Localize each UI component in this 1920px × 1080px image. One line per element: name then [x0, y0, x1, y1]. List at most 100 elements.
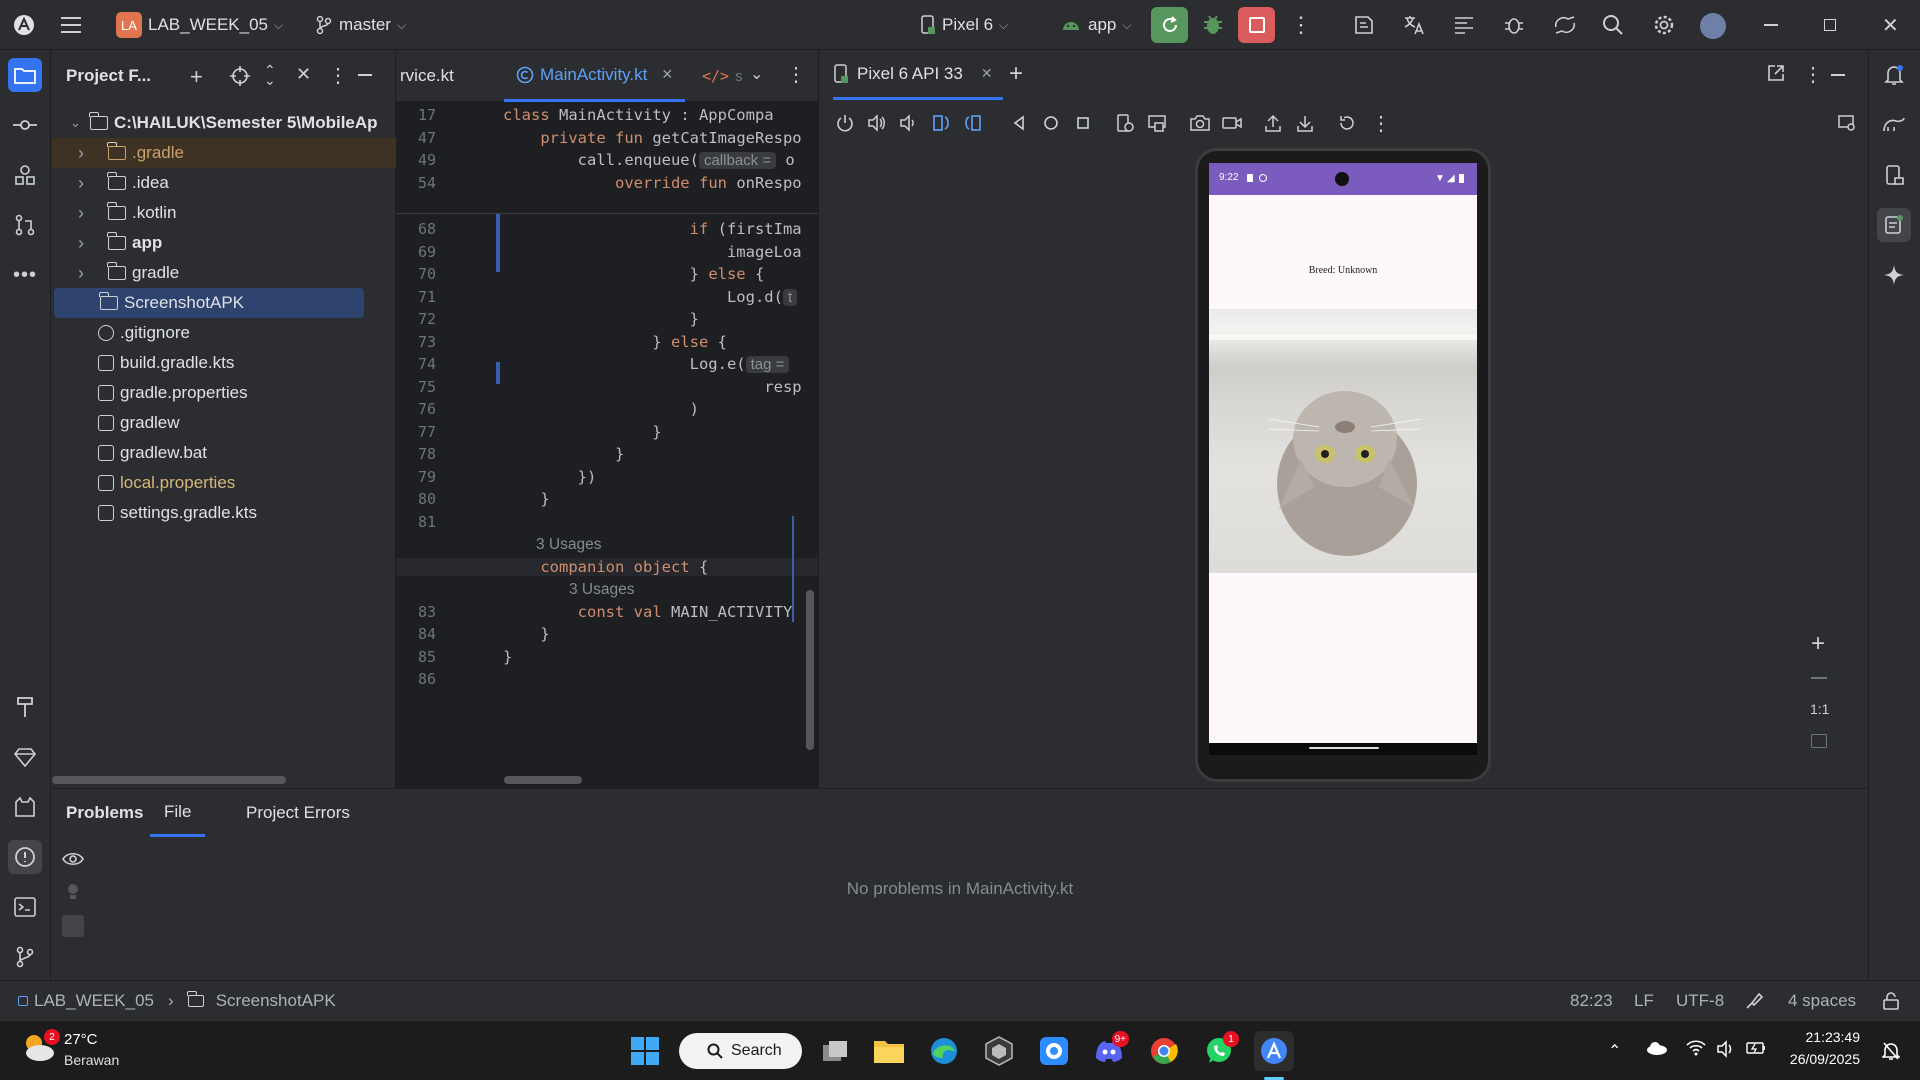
back-icon[interactable] — [1009, 113, 1029, 138]
code-line[interactable]: const val MAIN_ACTIVITY — [503, 603, 793, 621]
code-line[interactable]: if (firstIma — [503, 220, 802, 238]
rotate-right-icon[interactable] — [963, 113, 983, 138]
collapse-all-icon[interactable]: ✕ — [296, 64, 311, 85]
chevron-right-icon[interactable]: › — [78, 173, 98, 194]
device-selector[interactable]: Pixel 6 ⌵ — [920, 0, 1008, 50]
breadcrumb-folder[interactable]: ScreenshotAPK — [216, 991, 336, 1011]
clock-time[interactable]: 21:23:49 — [1760, 1029, 1861, 1045]
hide-panel-icon[interactable] — [1831, 74, 1845, 76]
device-manager-icon[interactable] — [1877, 158, 1911, 192]
tree-item[interactable]: .gitignore — [52, 318, 396, 348]
taskbar-search-box[interactable]: Search — [679, 1033, 802, 1069]
sync-gradle-icon[interactable] — [1552, 0, 1578, 50]
tree-item[interactable]: › .gradle — [52, 138, 396, 168]
tree-item[interactable]: ScreenshotAPK — [54, 288, 364, 318]
reset-rotation-icon[interactable] — [1337, 113, 1357, 138]
debug-button[interactable] — [1200, 10, 1226, 43]
stop-button[interactable] — [1238, 7, 1275, 43]
tree-item[interactable]: › .kotlin — [52, 198, 396, 228]
gem-icon[interactable] — [8, 740, 42, 774]
pull-requests-icon[interactable] — [8, 208, 42, 242]
add-icon[interactable]: + — [190, 64, 203, 90]
resource-manager-icon[interactable] — [8, 158, 42, 192]
zoom-out-icon[interactable] — [1811, 677, 1827, 679]
tree-item[interactable]: › .idea — [52, 168, 396, 198]
open-external-icon[interactable] — [1767, 64, 1785, 87]
task-view-icon[interactable] — [815, 1031, 855, 1071]
code-line[interactable]: } — [503, 625, 549, 643]
code-line[interactable]: ) — [503, 400, 699, 418]
tab-list-chevron-icon[interactable]: ⌄ — [750, 64, 763, 84]
search-icon[interactable] — [1602, 0, 1624, 50]
tree-item[interactable]: local.properties — [52, 468, 396, 498]
close-tab-icon[interactable]: ✕ — [661, 66, 673, 83]
notifications-bell-icon[interactable] — [1877, 58, 1911, 92]
tab-service-kt[interactable]: rvice.kt — [400, 50, 454, 102]
more-actions-icon[interactable]: ⋮ — [1290, 0, 1312, 50]
options-kebab-icon[interactable]: ⋮ — [328, 63, 348, 88]
tree-item[interactable]: gradlew — [52, 408, 396, 438]
start-windows-icon[interactable] — [625, 1031, 665, 1071]
code-line[interactable]: resp — [503, 378, 801, 396]
minimize-window-icon[interactable] — [1764, 0, 1778, 50]
avatar[interactable] — [1700, 13, 1726, 39]
home-icon[interactable] — [1041, 113, 1061, 138]
cursor-position[interactable]: 82:23 — [1570, 981, 1613, 1021]
overview-icon[interactable] — [1073, 113, 1093, 138]
device-explorer-icon[interactable] — [1115, 113, 1135, 138]
show-hidden-icons-chevron-icon[interactable]: ⌃ — [1608, 1041, 1621, 1061]
chevron-right-icon[interactable]: › — [78, 143, 98, 164]
preview-toggle-icon[interactable] — [62, 915, 84, 937]
project-switcher[interactable]: LA LAB_WEEK_05 ⌵ — [116, 0, 283, 50]
horizontal-scrollbar[interactable] — [504, 776, 582, 784]
tab-file[interactable]: File — [150, 789, 206, 837]
whatsapp-icon[interactable]: 1 — [1199, 1031, 1239, 1071]
sdk-manager-icon[interactable] — [1352, 0, 1376, 50]
tree-item[interactable]: › app — [52, 228, 396, 258]
chevron-right-icon[interactable]: › — [78, 203, 98, 224]
screen-record-icon[interactable] — [1221, 113, 1243, 138]
code-line[interactable]: } — [503, 445, 624, 463]
usages-label[interactable]: 3 Usages — [503, 581, 634, 598]
phone-screen[interactable]: 9:22 ▼ ◢ Breed: Unknown — [1209, 163, 1477, 755]
locate-target-icon[interactable] — [230, 66, 250, 91]
translate-icon[interactable] — [1402, 0, 1426, 50]
edge-browser-icon[interactable] — [924, 1031, 964, 1071]
code-line[interactable]: } — [503, 423, 661, 441]
settings-gear-icon[interactable] — [1652, 0, 1676, 50]
tree-item[interactable]: gradlew.bat — [52, 438, 396, 468]
run-config-selector[interactable]: app ⌵ — [1060, 0, 1131, 50]
usages-hint[interactable]: 3 Usages — [503, 580, 634, 599]
android-studio-logo-icon[interactable] — [12, 0, 36, 50]
tree-item[interactable]: gradle.properties — [52, 378, 396, 408]
chevron-right-icon[interactable]: › — [78, 233, 98, 254]
vertical-scrollbar[interactable] — [806, 590, 814, 750]
code-line[interactable]: } — [503, 310, 699, 328]
volume-up-icon[interactable] — [867, 113, 887, 138]
problems-title[interactable]: Problems — [66, 789, 143, 837]
zoom-in-icon[interactable]: + — [1811, 630, 1825, 658]
rotate-left-icon[interactable] — [931, 113, 951, 138]
tree-item[interactable]: build.gradle.kts — [52, 348, 396, 378]
tab-xml[interactable]: </> s — [702, 50, 743, 102]
add-device-icon[interactable]: + — [1009, 60, 1023, 88]
mirror-icon[interactable] — [1147, 113, 1167, 138]
layout-inspector-mini-icon[interactable] — [1837, 113, 1857, 138]
upload-icon[interactable] — [1263, 113, 1283, 138]
code-line[interactable]: } — [503, 490, 549, 508]
commit-icon[interactable] — [8, 108, 42, 142]
chrome-icon[interactable] — [1144, 1031, 1184, 1071]
sticky-code-line[interactable]: class MainActivity : AppCompa — [503, 106, 774, 124]
code-style-icon[interactable] — [1744, 991, 1764, 1016]
close-tab-icon[interactable]: ✕ — [981, 65, 993, 82]
download-icon[interactable] — [1295, 113, 1315, 138]
code-line[interactable]: } else { — [503, 333, 727, 351]
code-line[interactable]: Log.d(t — [503, 288, 798, 306]
code-line[interactable]: imageLoa — [503, 243, 802, 261]
emulator-more-kebab-icon[interactable]: ⋮ — [1371, 111, 1391, 136]
chevron-right-icon[interactable]: › — [78, 263, 98, 284]
tab-project-errors[interactable]: Project Errors — [246, 789, 350, 837]
problems-tool-icon[interactable] — [8, 840, 42, 874]
editor-options-kebab-icon[interactable]: ⋮ — [786, 62, 806, 87]
code-line[interactable]: } — [503, 648, 512, 666]
